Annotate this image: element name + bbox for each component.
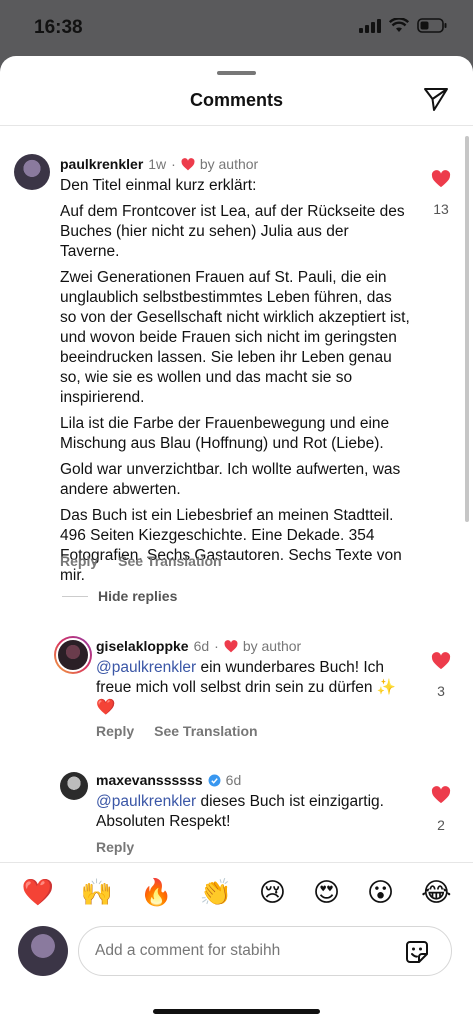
- comment-body: @paulkrenkler ein wunderbares Buch! Ich …: [96, 658, 412, 718]
- comment-input-placeholder: Add a comment for stabihh: [95, 942, 281, 959]
- hide-replies-label: Hide replies: [98, 588, 178, 604]
- comment-paragraph: Lila ist die Farbe der Frauenbewegung un…: [60, 415, 390, 452]
- status-icons: [359, 18, 447, 33]
- status-bar: 16:38: [0, 0, 473, 56]
- comment-body: @paulkrenkler dieses Buch ist einzigarti…: [96, 792, 412, 832]
- heart-icon[interactable]: [431, 652, 451, 670]
- comment-composer: Add a comment for stabihh: [0, 922, 473, 992]
- like-group: 13: [426, 170, 456, 217]
- heart-icon[interactable]: [431, 170, 451, 188]
- status-time: 16:38: [34, 17, 83, 38]
- comment-actions: Reply See Translation: [96, 723, 258, 739]
- reply-button[interactable]: Reply: [96, 839, 134, 855]
- sheet-header: Comments: [0, 74, 473, 126]
- reaction-heart-eyes[interactable]: 😍: [313, 877, 340, 908]
- username[interactable]: paulkrenkler: [60, 156, 143, 172]
- comment-body: Den Titel einmal kurz erklärt: Auf dem F…: [60, 176, 410, 592]
- avatar[interactable]: [14, 154, 50, 190]
- timestamp: 6d: [193, 638, 210, 654]
- reaction-surprised[interactable]: 😮: [367, 877, 394, 908]
- timestamp: 1w: [148, 156, 167, 172]
- see-translation-button[interactable]: See Translation: [118, 553, 221, 569]
- mention-link[interactable]: @paulkrenkler: [96, 793, 196, 810]
- scrollbar[interactable]: [465, 136, 469, 522]
- wifi-icon: [389, 18, 409, 32]
- reaction-heart[interactable]: ❤️: [21, 877, 53, 908]
- see-translation-button[interactable]: See Translation: [154, 723, 257, 739]
- comment-actions: Reply See Translation: [60, 553, 222, 569]
- comments-sheet: Comments paulkrenkler 1w · by author Den…: [0, 56, 473, 1024]
- comment-actions: Reply: [96, 839, 134, 855]
- send-icon[interactable]: [423, 86, 449, 112]
- current-user-avatar[interactable]: [18, 926, 68, 976]
- by-author-label: by author: [199, 156, 259, 172]
- comment-paragraph: Auf dem Frontcover ist Lea, auf der Rück…: [60, 203, 405, 260]
- comment-paragraph: Zwei Generationen Frauen auf St. Pauli, …: [60, 269, 410, 406]
- reaction-fire[interactable]: 🔥: [140, 877, 172, 908]
- reply-button[interactable]: Reply: [60, 553, 98, 569]
- home-indicator: [153, 1009, 320, 1014]
- hide-replies[interactable]: Hide replies: [62, 588, 177, 604]
- sticker-icon[interactable]: [403, 938, 431, 966]
- comment-input[interactable]: Add a comment for stabihh: [78, 926, 452, 976]
- username[interactable]: maxevanssssss: [96, 772, 203, 788]
- comment-paragraph: Den Titel einmal kurz erklärt:: [60, 177, 257, 194]
- heart-icon: [181, 157, 195, 170]
- username[interactable]: giselakloppke: [96, 638, 189, 654]
- reaction-clap[interactable]: 👏: [200, 877, 232, 908]
- signal-icon: [359, 18, 381, 33]
- avatar[interactable]: [54, 636, 92, 674]
- heart-icon[interactable]: [431, 786, 451, 804]
- mention-link[interactable]: @paulkrenkler: [96, 659, 196, 676]
- reply-button[interactable]: Reply: [96, 723, 134, 739]
- comment-meta: maxevanssssss 6d: [96, 772, 241, 788]
- battery-icon: [417, 18, 447, 33]
- like-count: 2: [437, 817, 445, 833]
- by-author-label: by author: [242, 638, 302, 654]
- reaction-bar: ❤️ 🙌 🔥 👏 😢 😍 😮 😂: [0, 862, 473, 922]
- reaction-crying[interactable]: 😢: [259, 877, 286, 908]
- comment-meta: giselakloppke 6d · by author: [96, 638, 302, 654]
- avatar[interactable]: [60, 772, 88, 800]
- verified-badge-icon: [208, 774, 221, 786]
- like-group: 2: [426, 786, 456, 833]
- divider: [62, 595, 88, 597]
- sheet-title: Comments: [189, 90, 283, 110]
- like-count: 13: [433, 201, 449, 217]
- reaction-raised-hands[interactable]: 🙌: [81, 877, 113, 908]
- timestamp: 6d: [225, 772, 242, 788]
- like-group: 3: [426, 652, 456, 699]
- comment-meta: paulkrenkler 1w · by author: [60, 156, 259, 172]
- reaction-laughing[interactable]: 😂: [421, 877, 451, 908]
- comment-paragraph: Gold war unverzichtbar. Ich wollte aufwe…: [60, 461, 401, 498]
- like-count: 3: [437, 683, 445, 699]
- comment-paragraph: Das Buch ist ein Liebesbrief an meinen S…: [60, 507, 402, 584]
- heart-icon: [224, 639, 238, 652]
